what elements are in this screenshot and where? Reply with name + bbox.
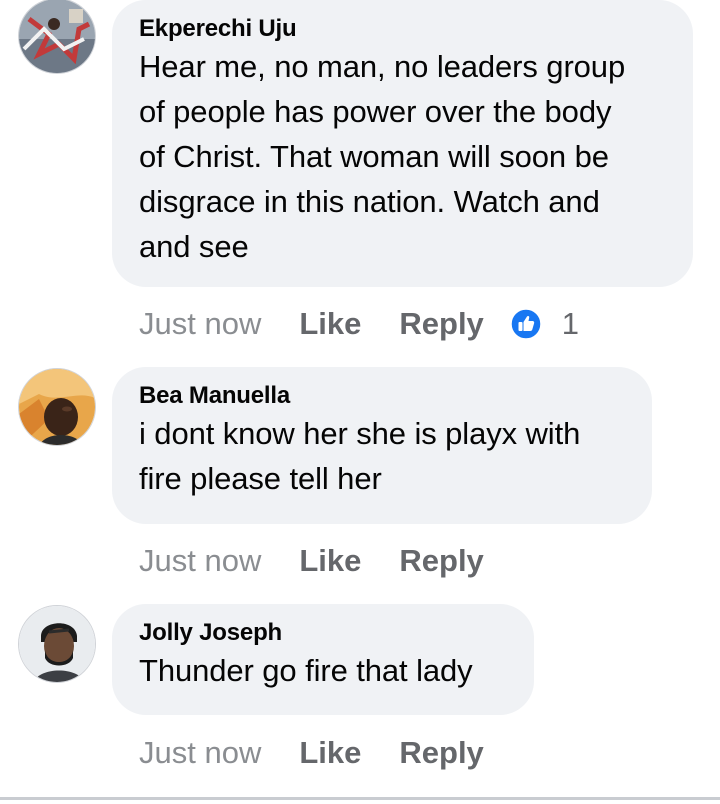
comment-text: Hear me, no man, no leaders group of peo… bbox=[139, 49, 626, 264]
avatar-image bbox=[19, 369, 95, 445]
comment-timestamp[interactable]: Just now bbox=[139, 543, 261, 579]
comment-timestamp[interactable]: Just now bbox=[139, 306, 261, 342]
comment-author[interactable]: Bea Manuella bbox=[139, 381, 626, 411]
comment-author[interactable]: Ekperechi Uju bbox=[139, 14, 667, 44]
comment-bubble: Bea Manuella i dont know her she is play… bbox=[112, 367, 652, 524]
comment-actions: Just now Like Reply 1 bbox=[139, 302, 579, 346]
like-button[interactable]: Like bbox=[299, 735, 361, 771]
reply-button[interactable]: Reply bbox=[399, 306, 483, 342]
reaction-count: 1 bbox=[561, 306, 580, 341]
thumbs-up-icon bbox=[510, 308, 542, 340]
avatar[interactable] bbox=[18, 0, 96, 74]
comment-bubble: Jolly Joseph Thunder go fire that lady bbox=[112, 604, 534, 715]
comment-bubble: Ekperechi Uju Hear me, no man, no leader… bbox=[112, 0, 693, 287]
reply-button[interactable]: Reply bbox=[399, 543, 483, 579]
comment-timestamp[interactable]: Just now bbox=[139, 735, 261, 771]
avatar-image bbox=[19, 606, 95, 682]
avatar-image bbox=[19, 0, 95, 73]
reply-button[interactable]: Reply bbox=[399, 735, 483, 771]
reaction-summary[interactable]: 1 bbox=[510, 306, 579, 342]
bottom-divider bbox=[0, 797, 720, 800]
like-button[interactable]: Like bbox=[299, 306, 361, 342]
comment-actions: Just now Like Reply bbox=[139, 731, 484, 775]
like-button[interactable]: Like bbox=[299, 543, 361, 579]
comment-text: Thunder go fire that lady bbox=[139, 653, 473, 688]
comment-author[interactable]: Jolly Joseph bbox=[139, 618, 508, 648]
avatar[interactable] bbox=[18, 605, 96, 683]
comment-actions: Just now Like Reply bbox=[139, 539, 484, 583]
comment-text: i dont know her she is playx with fire p… bbox=[139, 416, 581, 496]
avatar[interactable] bbox=[18, 368, 96, 446]
